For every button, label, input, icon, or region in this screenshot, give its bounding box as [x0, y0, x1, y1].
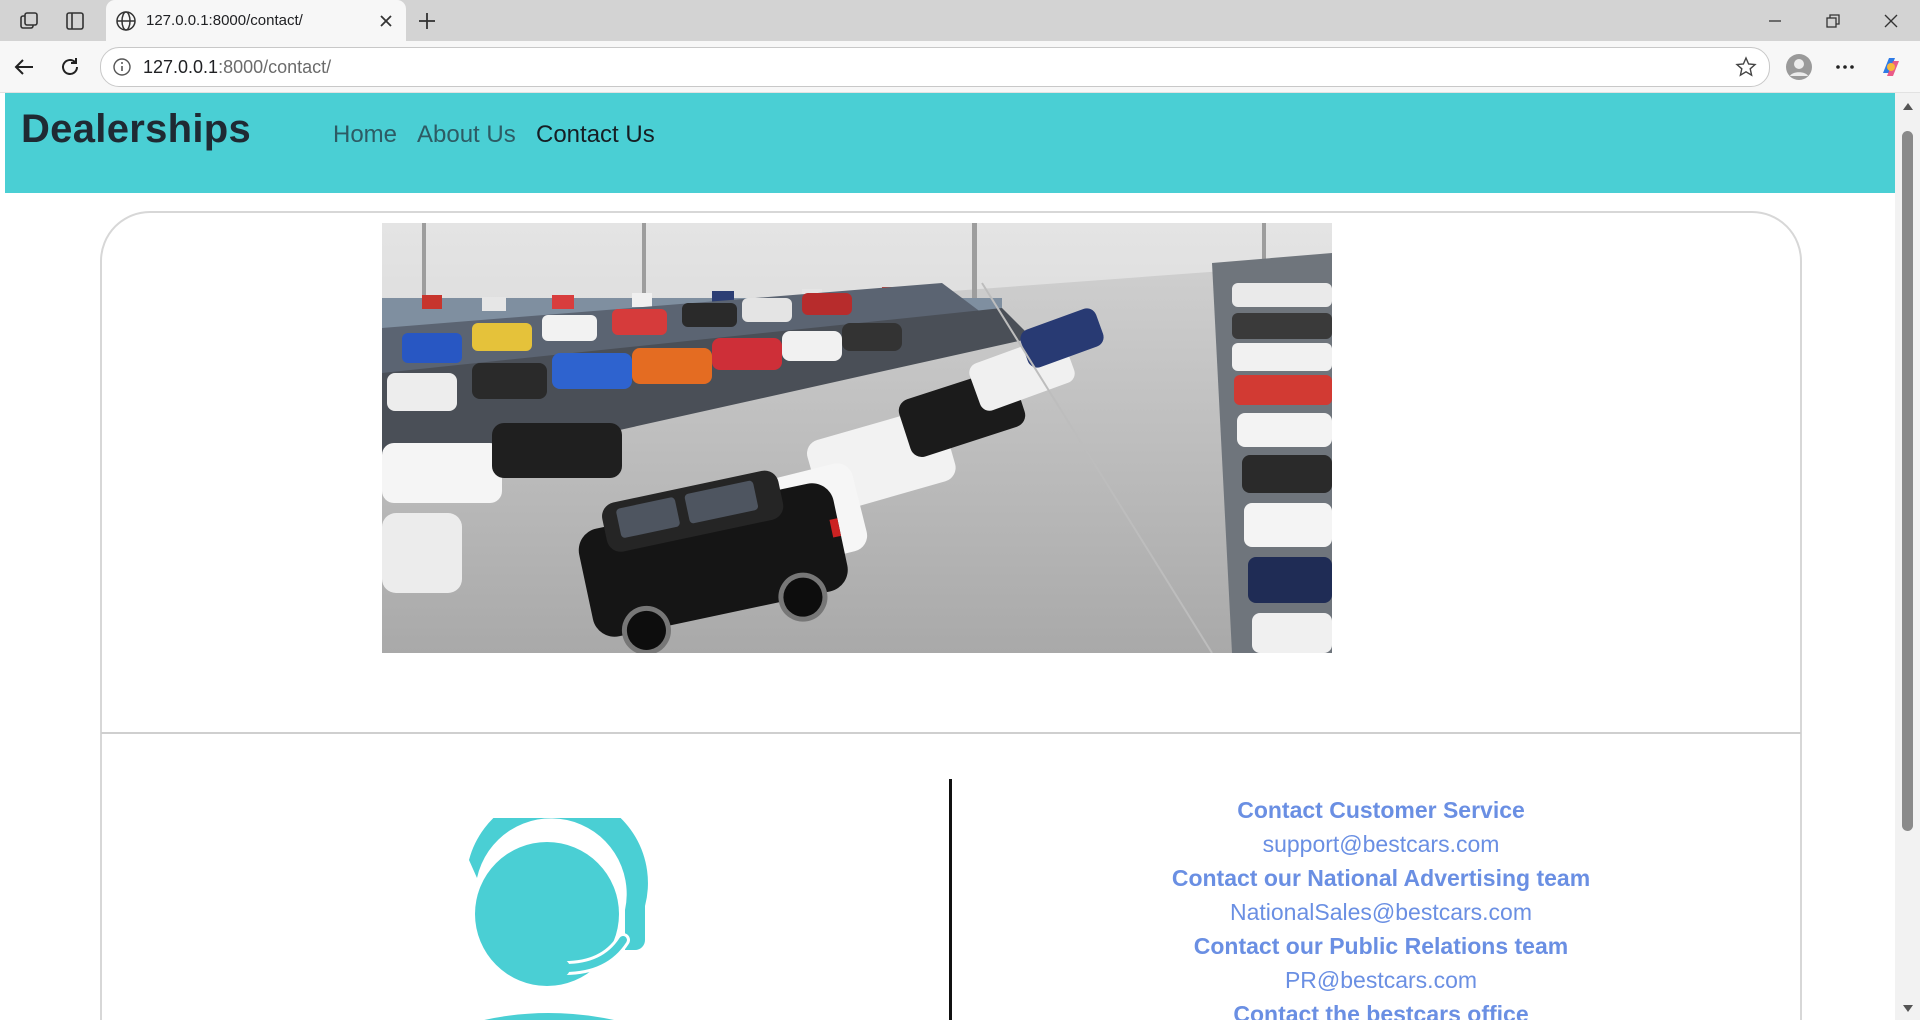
contact-heading-public-relations: Contact our Public Relations team: [1193, 933, 1569, 959]
scroll-down-arrow-icon[interactable]: [1901, 1000, 1915, 1014]
section-divider: [101, 732, 1801, 734]
contact-heading-office: Contact the bestcars office: [1233, 1001, 1529, 1020]
url-text: 127.0.0.1:8000/contact/: [143, 48, 331, 86]
close-window-icon[interactable]: [1862, 0, 1920, 41]
contact-heading-advertising: Contact our National Advertising team: [1171, 865, 1591, 891]
page-viewport: Dealerships Home About Us Contact Us Con…: [5, 93, 1895, 1020]
url-path: :8000/contact/: [218, 57, 332, 77]
workspaces-icon[interactable]: [17, 8, 43, 34]
profile-icon[interactable]: [1785, 53, 1813, 81]
scrollbar-thumb[interactable]: [1902, 131, 1913, 831]
minimize-icon[interactable]: [1746, 0, 1804, 41]
column-divider: [949, 779, 952, 1020]
active-tab[interactable]: 127.0.0.1:8000/contact/: [106, 0, 406, 41]
back-arrow-icon[interactable]: [10, 53, 38, 81]
nav-link-contact[interactable]: Contact Us: [536, 121, 655, 149]
page-scrollbar[interactable]: [1895, 93, 1920, 1020]
contact-heading-customer-service: Contact Customer Service: [1237, 797, 1525, 823]
address-bar[interactable]: 127.0.0.1:8000/contact/: [100, 47, 1770, 87]
contact-email-support[interactable]: support@bestcars.com: [961, 827, 1801, 861]
new-tab-plus-icon[interactable]: [414, 8, 440, 34]
tab-actions-icon[interactable]: [62, 8, 88, 34]
tab-title: 127.0.0.1:8000/contact/: [146, 12, 303, 29]
copilot-icon[interactable]: [1877, 53, 1905, 81]
contact-email-pr[interactable]: PR@bestcars.com: [961, 963, 1801, 997]
contact-email-national-sales[interactable]: NationalSales@bestcars.com: [961, 895, 1801, 929]
browser-tab-strip: 127.0.0.1:8000/contact/: [0, 0, 1920, 41]
nav-link-home[interactable]: Home: [333, 121, 397, 149]
contact-list: Contact Customer Service support@bestcar…: [961, 793, 1801, 1020]
brand-logo[interactable]: Dealerships: [21, 107, 251, 152]
dealership-showroom-image: [382, 223, 1332, 653]
close-tab-icon[interactable]: [374, 9, 398, 33]
url-host: 127.0.0.1: [143, 57, 219, 77]
more-icon[interactable]: [1831, 53, 1859, 81]
customer-support-icon: [455, 792, 655, 1020]
star-icon[interactable]: [1735, 56, 1757, 78]
site-navbar: Dealerships Home About Us Contact Us: [5, 93, 1895, 193]
browser-toolbar: 127.0.0.1:8000/contact/: [0, 41, 1920, 93]
info-icon[interactable]: [111, 56, 133, 78]
scroll-up-arrow-icon[interactable]: [1901, 99, 1915, 113]
nav-link-about[interactable]: About Us: [417, 121, 516, 149]
refresh-icon[interactable]: [56, 53, 84, 81]
globe-icon: [114, 9, 138, 33]
restore-icon[interactable]: [1804, 0, 1862, 41]
